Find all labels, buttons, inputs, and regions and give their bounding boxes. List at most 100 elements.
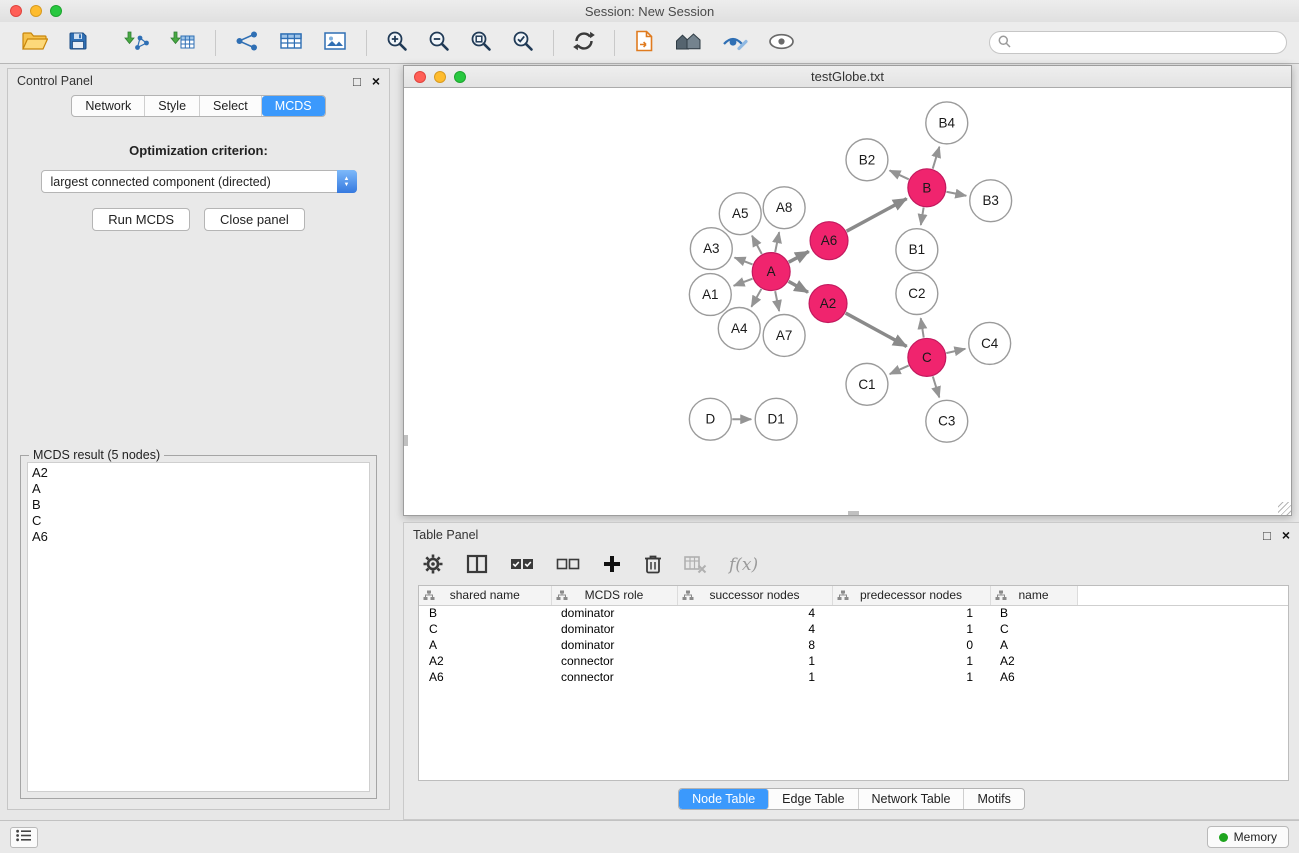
- deselect-all-rows-button[interactable]: [556, 555, 580, 576]
- graph-node-A5[interactable]: A5: [719, 193, 761, 235]
- table-settings-button[interactable]: [422, 553, 444, 578]
- graph-edge-A6-B[interactable]: [847, 199, 907, 232]
- graph-node-C2[interactable]: C2: [896, 273, 938, 315]
- delete-column-button[interactable]: [644, 553, 662, 577]
- function-builder-button[interactable]: f(x): [729, 555, 758, 575]
- memory-button[interactable]: Memory: [1207, 826, 1289, 848]
- graph-node-B3[interactable]: B3: [970, 180, 1012, 222]
- graph-node-B4[interactable]: B4: [926, 102, 968, 144]
- tab-network[interactable]: Network: [72, 96, 145, 116]
- graph-node-A4[interactable]: A4: [718, 308, 760, 350]
- close-panel-icon[interactable]: ×: [372, 74, 380, 88]
- column-header-mcds-role[interactable]: MCDS role: [551, 586, 677, 605]
- minimize-network-window-button[interactable]: [434, 71, 446, 83]
- graph-edge-A-A7[interactable]: [775, 291, 779, 311]
- tab-style[interactable]: Style: [145, 96, 200, 116]
- select-all-rows-button[interactable]: [510, 555, 534, 576]
- graph-edge-B-B4[interactable]: [933, 147, 940, 169]
- graph-edge-C-C4[interactable]: [946, 349, 965, 353]
- table-row[interactable]: Cdominator41C: [419, 621, 1288, 637]
- graph-edge-A-A3[interactable]: [735, 258, 753, 265]
- zoom-window-button[interactable]: [50, 5, 62, 17]
- mcds-result-item[interactable]: A2: [32, 465, 365, 481]
- graph-node-D[interactable]: D: [689, 398, 731, 440]
- graph-node-D1[interactable]: D1: [755, 398, 797, 440]
- graph-edge-A-A2[interactable]: [789, 281, 808, 292]
- zoom-selected-button[interactable]: [509, 27, 537, 58]
- show-hide-button[interactable]: [765, 30, 798, 56]
- network-from-selection-button[interactable]: [232, 27, 262, 58]
- mcds-result-item[interactable]: C: [32, 513, 365, 529]
- graph-node-B[interactable]: B: [908, 169, 946, 207]
- open-session-button[interactable]: [19, 28, 51, 57]
- table-row[interactable]: A2connector11A2: [419, 653, 1288, 669]
- tab-node-table[interactable]: Node Table: [679, 789, 769, 809]
- column-visibility-button[interactable]: [466, 554, 488, 577]
- graph-edge-C-C3[interactable]: [933, 376, 939, 397]
- zoom-fit-button[interactable]: [467, 27, 495, 58]
- float-panel-icon[interactable]: □: [353, 75, 361, 88]
- zoom-network-window-button[interactable]: [454, 71, 466, 83]
- graph-node-A7[interactable]: A7: [763, 314, 805, 356]
- graph-node-C3[interactable]: C3: [926, 400, 968, 442]
- export-image-button[interactable]: [320, 27, 350, 58]
- close-table-panel-icon[interactable]: ×: [1282, 528, 1290, 542]
- graph-node-C[interactable]: C: [908, 338, 946, 376]
- table-row[interactable]: Bdominator41B: [419, 605, 1288, 621]
- close-window-button[interactable]: [10, 5, 22, 17]
- graph-node-A[interactable]: A: [752, 253, 790, 291]
- mcds-result-list[interactable]: A2ABCA6: [27, 462, 370, 792]
- vertical-scrollbar-thumb[interactable]: [404, 435, 408, 446]
- float-table-panel-icon[interactable]: □: [1263, 529, 1271, 542]
- close-network-window-button[interactable]: [414, 71, 426, 83]
- horizontal-scrollbar-thumb[interactable]: [848, 511, 859, 515]
- column-header-shared-name[interactable]: shared name: [419, 586, 551, 605]
- graph-node-A8[interactable]: A8: [763, 187, 805, 229]
- task-history-button[interactable]: [10, 827, 38, 848]
- add-column-button[interactable]: [602, 554, 622, 577]
- graph-edge-B-B1[interactable]: [921, 207, 924, 225]
- network-canvas[interactable]: B4B2BB3A5A8A6B1A3AC2A1A2A4A7C4CC1C3DD1: [404, 87, 1291, 515]
- table-row[interactable]: Adominator80A: [419, 637, 1288, 653]
- graph-node-A3[interactable]: A3: [690, 228, 732, 270]
- graph-edge-A-A8[interactable]: [775, 232, 779, 252]
- resize-grip[interactable]: [1278, 502, 1291, 515]
- graph-edge-A2-C[interactable]: [846, 313, 907, 346]
- tab-motifs[interactable]: Motifs: [964, 789, 1023, 809]
- graph-edge-A-A1[interactable]: [734, 279, 753, 286]
- graph-edge-A-A6[interactable]: [789, 251, 809, 262]
- table-row[interactable]: A6connector11A6: [419, 669, 1288, 685]
- network-window-titlebar[interactable]: testGlobe.txt: [404, 66, 1291, 87]
- open-recent-session-button[interactable]: [631, 27, 657, 58]
- graph-node-A2[interactable]: A2: [809, 285, 847, 323]
- graph-edge-A-A4[interactable]: [751, 289, 761, 307]
- close-panel-button[interactable]: Close panel: [204, 208, 305, 231]
- column-header-predecessor-nodes[interactable]: predecessor nodes: [832, 586, 990, 605]
- graph-node-C4[interactable]: C4: [969, 322, 1011, 364]
- optimization-criterion-select[interactable]: largest connected component (directed) ▲…: [41, 170, 357, 193]
- graph-node-B2[interactable]: B2: [846, 139, 888, 181]
- mcds-result-item[interactable]: A6: [32, 529, 365, 545]
- zoom-out-button[interactable]: [425, 27, 453, 58]
- column-header-successor-nodes[interactable]: successor nodes: [677, 586, 832, 605]
- graph-edge-A-A5[interactable]: [752, 236, 762, 254]
- graph-node-A6[interactable]: A6: [810, 222, 848, 260]
- tab-network-table[interactable]: Network Table: [859, 789, 965, 809]
- tab-mcds[interactable]: MCDS: [262, 96, 325, 116]
- home-view-button[interactable]: [671, 28, 705, 57]
- export-table-button[interactable]: [276, 27, 306, 58]
- delete-table-button[interactable]: [684, 554, 707, 577]
- column-header-name[interactable]: name: [990, 586, 1077, 605]
- graph-edge-C-C1[interactable]: [890, 366, 909, 374]
- import-network-button[interactable]: [121, 27, 153, 58]
- search-input[interactable]: [1017, 36, 1278, 50]
- graph-node-B1[interactable]: B1: [896, 229, 938, 271]
- tab-edge-table[interactable]: Edge Table: [769, 789, 858, 809]
- save-session-button[interactable]: [65, 28, 91, 57]
- graphics-details-button[interactable]: [719, 28, 751, 57]
- mcds-result-item[interactable]: A: [32, 481, 365, 497]
- graph-edge-C-C2[interactable]: [921, 318, 924, 337]
- run-mcds-button[interactable]: Run MCDS: [92, 208, 190, 231]
- graph-node-A1[interactable]: A1: [689, 274, 731, 316]
- refresh-view-button[interactable]: [570, 27, 598, 58]
